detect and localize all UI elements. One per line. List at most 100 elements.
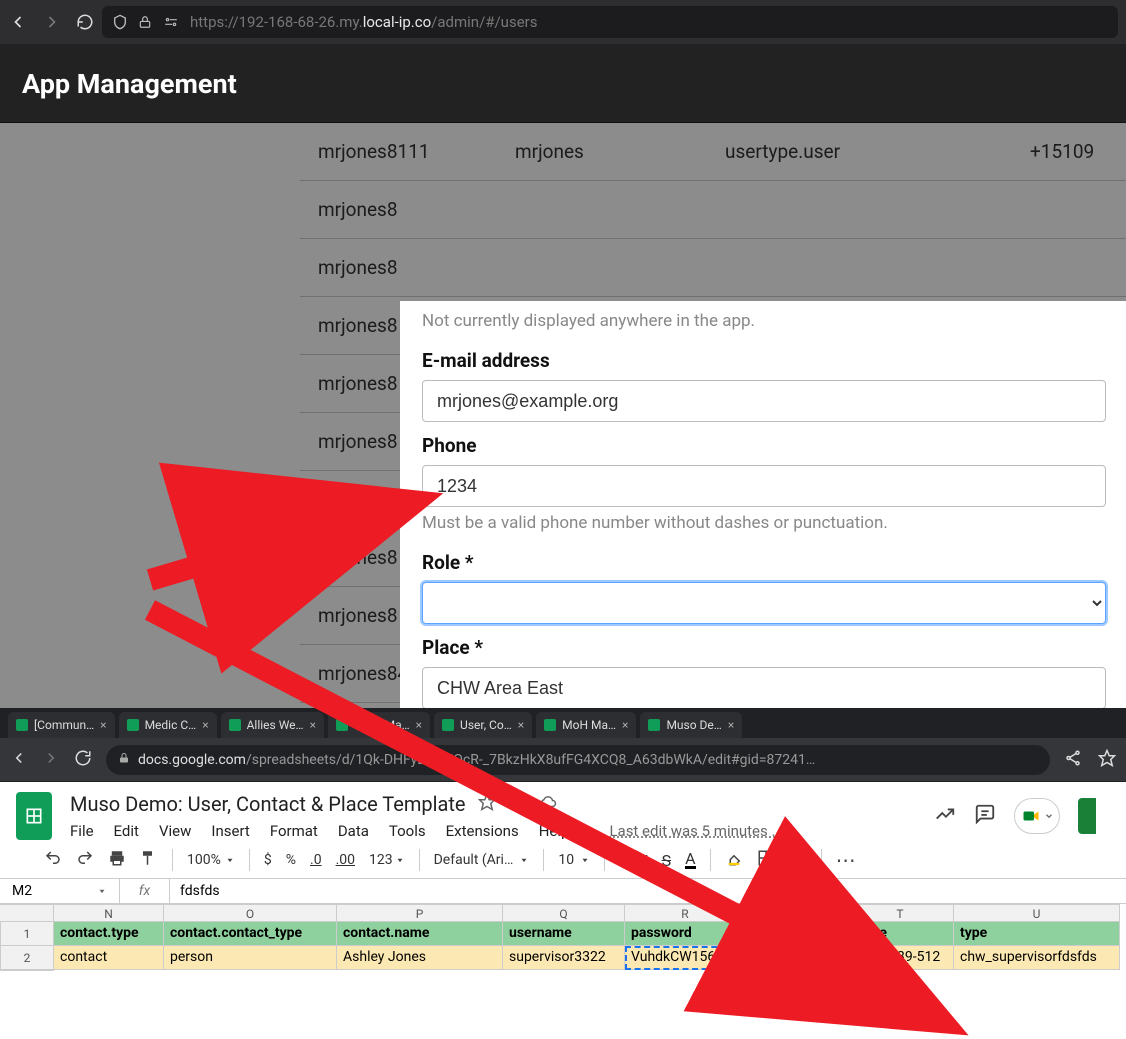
star-icon[interactable] — [1098, 749, 1116, 771]
strikethrough-icon[interactable]: S — [662, 851, 672, 870]
browser-tab[interactable]: Medic C…× — [119, 712, 217, 738]
sheets-toolbar: 100% $ % .0 .00 123 Default (Ari… 10 B I… — [0, 840, 1126, 879]
data-cell[interactable]: 1234 — [746, 946, 847, 970]
data-cell[interactable]: Ashley Jones — [337, 946, 503, 970]
redo-icon[interactable] — [76, 849, 94, 871]
header-cell[interactable]: place — [847, 922, 954, 946]
data-cell[interactable]: chw_supervisorfdsfds — [954, 946, 1120, 970]
back-icon[interactable] — [10, 749, 28, 771]
more-formats[interactable]: 123 — [369, 852, 405, 868]
cloud-icon[interactable] — [538, 793, 558, 815]
menu-view[interactable]: View — [159, 822, 191, 840]
menu-edit[interactable]: Edit — [114, 822, 139, 840]
browser-tab[interactable]: [Commun…× — [8, 712, 115, 738]
italic-icon[interactable]: I — [643, 851, 647, 870]
merge-cells-icon[interactable] — [789, 849, 807, 871]
reload-icon[interactable] — [74, 749, 92, 771]
data-cell[interactable]: supervisor3322 — [503, 946, 625, 970]
column-header[interactable]: S — [746, 904, 847, 922]
activity-icon[interactable] — [934, 803, 956, 829]
email-field[interactable] — [422, 380, 1106, 422]
browser-tab[interactable]: Allies We…× — [221, 712, 324, 738]
undo-icon[interactable] — [44, 849, 62, 871]
paint-format-icon[interactable] — [140, 849, 158, 871]
menu-help[interactable]: Help — [539, 822, 570, 840]
browser-tab[interactable]: Muso De…× — [640, 712, 742, 738]
format-currency[interactable]: $ — [264, 852, 272, 868]
last-edit-text[interactable]: Last edit was 5 minutes … — [609, 822, 781, 840]
move-icon[interactable] — [508, 793, 526, 815]
fill-color-icon[interactable] — [725, 849, 743, 871]
share-icon[interactable] — [1064, 749, 1082, 771]
increase-decimal[interactable]: .00 — [336, 852, 355, 868]
data-cell[interactable]: VuhdkCW1567 — [625, 946, 746, 970]
header-cell[interactable]: contact.type — [54, 922, 164, 946]
column-header[interactable]: N — [54, 904, 164, 922]
zoom-dropdown[interactable]: 100% — [187, 852, 235, 868]
corner-cell[interactable] — [0, 904, 54, 922]
column-header[interactable]: R — [625, 904, 746, 922]
menu-file[interactable]: File — [70, 822, 94, 840]
column-header[interactable]: T — [847, 904, 954, 922]
decrease-decimal[interactable]: .0 — [310, 852, 322, 868]
header-cell[interactable]: contact.name — [337, 922, 503, 946]
row-header[interactable]: 2 — [0, 946, 54, 970]
chrome-url-bar[interactable]: docs.google.com/spreadsheets/d/1Qk-DHFyB… — [106, 745, 1050, 775]
column-header[interactable]: P — [337, 904, 503, 922]
star-icon[interactable] — [478, 793, 496, 815]
field-help-text: Not currently displayed anywhere in the … — [422, 311, 1106, 331]
header-cell[interactable]: contact.contact_type — [164, 922, 337, 946]
browser-tab[interactable]: Story Ma…× — [328, 712, 430, 738]
column-header[interactable]: Q — [503, 904, 625, 922]
phone-label: Phone — [422, 434, 1106, 457]
document-title[interactable]: Muso Demo: User, Contact & Place Templat… — [70, 792, 466, 816]
header-cell[interactable]: phone — [746, 922, 847, 946]
menu-format[interactable]: Format — [270, 822, 318, 840]
place-field[interactable] — [422, 667, 1106, 708]
menu-insert[interactable]: Insert — [211, 822, 249, 840]
text-color-icon[interactable]: A — [685, 852, 695, 869]
fontsize-dropdown[interactable]: 10 — [558, 852, 590, 868]
row-header[interactable]: 1 — [0, 922, 54, 946]
app-body: mrjones8111mrjonesusertype.user+15109mrj… — [0, 123, 1126, 708]
column-header[interactable]: O — [164, 904, 337, 922]
forward-icon[interactable] — [42, 749, 60, 771]
header-cell[interactable]: password — [625, 922, 746, 946]
meet-button[interactable] — [1014, 798, 1060, 834]
formula-input[interactable]: fdsfds — [170, 879, 230, 903]
print-icon[interactable] — [108, 849, 126, 871]
data-cell[interactable]: contact — [54, 946, 164, 970]
shield-icon — [112, 14, 128, 30]
user-edit-modal: Not currently displayed anywhere in the … — [400, 301, 1126, 708]
phone-field[interactable] — [422, 465, 1106, 507]
header-cell[interactable]: type — [954, 922, 1120, 946]
data-cell[interactable]: person — [164, 946, 337, 970]
share-button[interactable] — [1078, 798, 1096, 834]
url-text: docs.google.com/spreadsheets/d/1Qk-DHFyB… — [138, 752, 815, 768]
font-dropdown[interactable]: Default (Ari… — [434, 852, 530, 868]
more-icon[interactable]: ⋯ — [836, 848, 858, 872]
data-cell[interactable]: 6badf839-512 — [847, 946, 954, 970]
browser-tab[interactable]: MoH Ma…× — [536, 712, 636, 738]
menu-extensions[interactable]: Extensions — [446, 822, 519, 840]
back-icon[interactable] — [8, 12, 28, 32]
name-box[interactable]: M2 — [0, 879, 120, 903]
menu-tools[interactable]: Tools — [389, 822, 426, 840]
header-cell[interactable]: username — [503, 922, 625, 946]
row-header[interactable] — [0, 970, 54, 971]
reload-icon[interactable] — [76, 13, 94, 31]
permissions-icon — [162, 15, 180, 29]
spreadsheet-grid[interactable]: NOPQRSTU 1contact.typecontact.contact_typ… — [0, 904, 1126, 971]
borders-icon[interactable] — [757, 849, 775, 871]
browser-tab[interactable]: User, Co…× — [434, 712, 532, 738]
comment-icon[interactable] — [974, 803, 996, 829]
bold-icon[interactable]: B — [619, 851, 629, 870]
format-percent[interactable]: % — [286, 852, 296, 868]
menu-data[interactable]: Data — [338, 822, 369, 840]
url-bar[interactable]: https://192-168-68-26.my.local-ip.co/adm… — [102, 6, 1118, 38]
forward-icon[interactable] — [42, 12, 62, 32]
chrome-toolbar: docs.google.com/spreadsheets/d/1Qk-DHFyB… — [0, 738, 1126, 782]
sheets-logo-icon[interactable] — [16, 792, 52, 840]
role-select[interactable] — [422, 582, 1106, 624]
column-header[interactable]: U — [954, 904, 1120, 922]
